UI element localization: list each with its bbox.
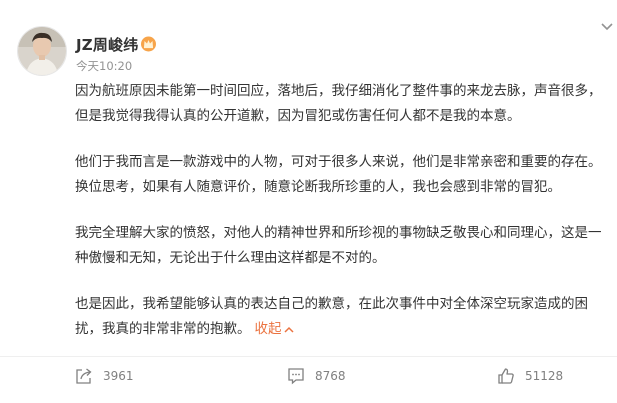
- like-button[interactable]: 51128: [497, 366, 563, 386]
- author-name[interactable]: JZ周峻纬: [76, 34, 138, 55]
- comment-icon: [288, 368, 304, 385]
- post-paragraph-3: 我完全理解大家的愤怒，对他人的精神世界和所珍视的事物缺乏敬畏心和同理心，这是一种…: [75, 225, 602, 266]
- post-paragraph-4-text: 也是因此，我希望能够认真的表达自己的歉意，在此次事件中对全体深空玩家造成的困扰，…: [75, 296, 588, 337]
- thumbs-up-icon: [498, 368, 514, 384]
- comment-count: 8768: [315, 369, 346, 383]
- avatar-photo: [18, 27, 66, 75]
- action-bar-divider: [0, 356, 617, 357]
- post-paragraph-1: 因为航班原因未能第一时间回应，落地后，我仔细消化了整件事的来龙去脉，声音很多，但…: [75, 83, 602, 124]
- post-paragraph-4: 也是因此，我希望能够认真的表达自己的歉意，在此次事件中对全体深空玩家造成的困扰，…: [75, 292, 605, 342]
- avatar[interactable]: [17, 26, 67, 76]
- comment-button[interactable]: 8768: [287, 366, 346, 386]
- share-count: 3961: [103, 369, 134, 383]
- chevron-up-icon: [283, 326, 294, 333]
- post-content: 因为航班原因未能第一时间回应，落地后，我仔细消化了整件事的来龙去脉，声音很多，但…: [75, 79, 605, 342]
- weibo-post-card: JZ周峻纬 今天10:20 因为航班原因未能第一时间回应，落地后，我仔细消化了整…: [0, 0, 617, 403]
- like-count: 51128: [525, 369, 564, 383]
- share-button[interactable]: 3961: [75, 366, 134, 386]
- post-time[interactable]: 今天10:20: [76, 58, 132, 74]
- post-paragraph-2: 他们于我而言是一款游戏中的人物，可对于很多人来说，他们是非常亲密和重要的存在。换…: [75, 154, 602, 195]
- collapse-link[interactable]: 收起: [255, 321, 294, 337]
- chevron-down-icon[interactable]: [601, 23, 613, 31]
- share-icon: [76, 368, 92, 384]
- vip-crown-icon: [141, 36, 156, 52]
- collapse-label: 收起: [254, 321, 282, 337]
